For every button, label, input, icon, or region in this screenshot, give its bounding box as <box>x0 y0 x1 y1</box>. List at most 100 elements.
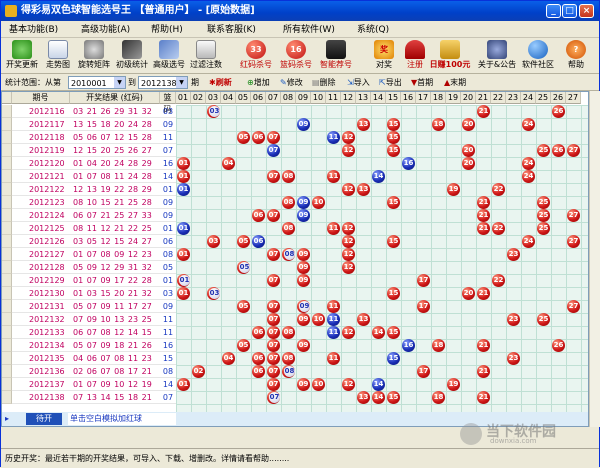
check-prize-button[interactable]: 奖 对奖 <box>369 40 399 72</box>
register-button[interactable]: 注册 <box>401 40 429 72</box>
row-selector[interactable] <box>2 352 12 365</box>
blue-cell[interactable]: 11 <box>160 326 176 339</box>
row-selector[interactable] <box>2 131 12 144</box>
row-selector[interactable] <box>2 326 12 339</box>
row-selector[interactable] <box>2 235 12 248</box>
issue-cell[interactable]: 2012117 <box>12 118 70 131</box>
blue-cell[interactable]: 14 <box>160 170 176 183</box>
result-cell[interactable]: 08 11 12 21 22 25 <box>70 222 160 235</box>
number-column-header[interactable]: 21 <box>476 92 491 104</box>
number-column-header[interactable]: 14 <box>371 92 386 104</box>
menu-all-software[interactable]: 所有软件(W) <box>283 23 335 37</box>
number-column-header[interactable]: 24 <box>521 92 536 104</box>
maximize-button[interactable]: □ <box>562 4 577 18</box>
issue-cell[interactable]: 2012125 <box>12 222 70 235</box>
wheel-matrix-button[interactable]: 旋转矩阵 <box>75 40 113 72</box>
number-column-header[interactable]: 05 <box>236 92 251 104</box>
issue-cell[interactable]: 2012122 <box>12 183 70 196</box>
result-cell[interactable]: 07 09 10 13 23 25 <box>70 313 160 326</box>
row-selector[interactable] <box>2 378 12 391</box>
earn-money-button[interactable]: 日赚100元 <box>429 40 471 72</box>
issue-cell[interactable]: 2012134 <box>12 339 70 352</box>
result-cell[interactable]: 03 21 26 29 31 32 <box>70 105 160 118</box>
result-cell[interactable]: 08 10 15 21 25 28 <box>70 196 160 209</box>
row-selector[interactable] <box>2 274 12 287</box>
issue-cell[interactable]: 2012132 <box>12 313 70 326</box>
blue-cell[interactable]: 07 <box>160 391 176 404</box>
result-cell[interactable]: 01 03 15 20 21 32 <box>70 287 160 300</box>
issue-cell[interactable]: 2012121 <box>12 170 70 183</box>
result-cell[interactable]: 05 07 09 11 17 27 <box>70 300 160 313</box>
minimize-button[interactable]: _ <box>546 4 561 18</box>
blue-cell[interactable]: 01 <box>160 183 176 196</box>
result-cell[interactable]: 01 04 20 24 28 29 <box>70 157 160 170</box>
issue-cell[interactable]: 2012135 <box>12 352 70 365</box>
number-column-header[interactable]: 13 <box>356 92 371 104</box>
blue-cell[interactable]: 07 <box>160 144 176 157</box>
menu-system[interactable]: 系统(Q) <box>357 23 389 37</box>
row-selector[interactable] <box>2 157 12 170</box>
blue-cell[interactable]: 09 <box>160 209 176 222</box>
community-button[interactable]: 软件社区 <box>519 40 557 72</box>
number-column-header[interactable]: 12 <box>341 92 356 104</box>
row-selector[interactable] <box>2 287 12 300</box>
number-column-header[interactable]: 25 <box>536 92 551 104</box>
vertical-scrollbar[interactable] <box>589 91 600 427</box>
blue-cell[interactable]: 09 <box>160 118 176 131</box>
issue-cell[interactable]: 2012127 <box>12 248 70 261</box>
row-selector[interactable] <box>2 144 12 157</box>
number-column-header[interactable]: 09 <box>296 92 311 104</box>
menu-help[interactable]: 帮助(H) <box>151 23 183 37</box>
update-button[interactable]: 开奖更新 <box>3 40 41 72</box>
column-header-result[interactable]: 开奖结果 (红码) <box>70 92 160 104</box>
number-column-header[interactable]: 11 <box>326 92 341 104</box>
edit-button[interactable]: ✎修改 <box>280 76 303 89</box>
result-cell[interactable]: 06 07 21 25 27 33 <box>70 209 160 222</box>
issue-cell[interactable]: 2012131 <box>12 300 70 313</box>
blue-cell[interactable]: 03 <box>160 105 176 118</box>
column-header-issue[interactable]: 期号 <box>12 92 70 104</box>
row-selector[interactable] <box>2 261 12 274</box>
row-selector[interactable] <box>2 209 12 222</box>
issue-cell[interactable]: 2012138 <box>12 391 70 404</box>
number-column-header[interactable]: 08 <box>281 92 296 104</box>
issue-cell[interactable]: 2012126 <box>12 235 70 248</box>
row-selector[interactable] <box>2 365 12 378</box>
red-kill-button[interactable]: 33 红码杀号 <box>237 40 275 72</box>
result-cell[interactable]: 13 15 18 20 24 28 <box>70 118 160 131</box>
blue-cell[interactable]: 09 <box>160 196 176 209</box>
number-column-header[interactable]: 22 <box>491 92 506 104</box>
blue-cell[interactable]: 16 <box>160 157 176 170</box>
issue-cell[interactable]: 2012128 <box>12 261 70 274</box>
row-selector[interactable] <box>2 222 12 235</box>
result-cell[interactable]: 04 06 07 08 11 23 <box>70 352 160 365</box>
number-column-header[interactable]: 18 <box>431 92 446 104</box>
menu-advanced[interactable]: 高级功能(A) <box>81 23 130 37</box>
row-selector[interactable] <box>2 170 12 183</box>
blue-cell[interactable]: 09 <box>160 300 176 313</box>
number-column-header[interactable]: 01 <box>176 92 191 104</box>
pending-button[interactable]: 待开 <box>26 413 62 425</box>
close-button[interactable]: × <box>579 4 594 18</box>
result-cell[interactable]: 06 07 08 12 14 15 <box>70 326 160 339</box>
issue-cell[interactable]: 2012118 <box>12 131 70 144</box>
issue-cell[interactable]: 2012129 <box>12 274 70 287</box>
blue-cell[interactable]: 11 <box>160 131 176 144</box>
issue-cell[interactable]: 2012130 <box>12 287 70 300</box>
help-button[interactable]: ? 帮助 <box>561 40 591 72</box>
blue-cell[interactable]: 16 <box>160 339 176 352</box>
menu-contact[interactable]: 联系客服(K) <box>207 23 256 37</box>
blue-kill-button[interactable]: 16 篮码杀号 <box>277 40 315 72</box>
number-column-header[interactable]: 10 <box>311 92 326 104</box>
trend-chart-button[interactable]: 走势图 <box>41 40 75 72</box>
result-cell[interactable]: 01 07 09 17 22 28 <box>70 274 160 287</box>
import-button[interactable]: ⇲导入 <box>347 76 370 89</box>
result-cell[interactable]: 01 07 09 10 12 19 <box>70 378 160 391</box>
issue-cell[interactable]: 2012124 <box>12 209 70 222</box>
refresh-button[interactable]: ✱刷新 <box>209 76 232 89</box>
issue-cell[interactable]: 2012136 <box>12 365 70 378</box>
blue-cell[interactable]: 08 <box>160 365 176 378</box>
issue-cell[interactable]: 2012120 <box>12 157 70 170</box>
issue-cell[interactable]: 2012133 <box>12 326 70 339</box>
number-column-header[interactable]: 06 <box>251 92 266 104</box>
